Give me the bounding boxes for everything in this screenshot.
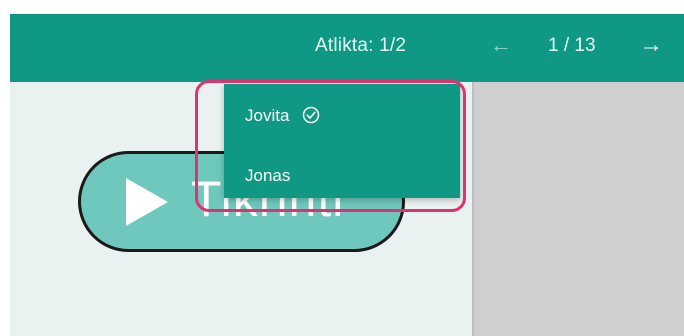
play-icon xyxy=(126,178,168,226)
app-frame: Atlikta: 1/2 ← 1 / 13 → Tikrinti Jovita … xyxy=(10,14,684,336)
top-bar: Atlikta: 1/2 ← 1 / 13 → xyxy=(10,14,684,82)
arrow-right-icon[interactable]: → xyxy=(639,31,663,59)
page-counter: 1 / 13 xyxy=(548,35,596,56)
menu-item-label: Jovita xyxy=(245,106,290,125)
check-circle-icon xyxy=(302,106,320,129)
menu-item-jonas[interactable]: Jonas xyxy=(245,166,290,186)
completed-count: Atlikta: 1/2 xyxy=(315,35,407,56)
arrow-left-icon[interactable]: ← xyxy=(490,32,512,58)
menu-item-label: Jonas xyxy=(245,166,291,185)
menu-item-jovita[interactable]: Jovita xyxy=(245,106,320,129)
student-dropdown-menu: Jovita Jonas xyxy=(224,84,460,198)
side-panel xyxy=(472,82,684,336)
